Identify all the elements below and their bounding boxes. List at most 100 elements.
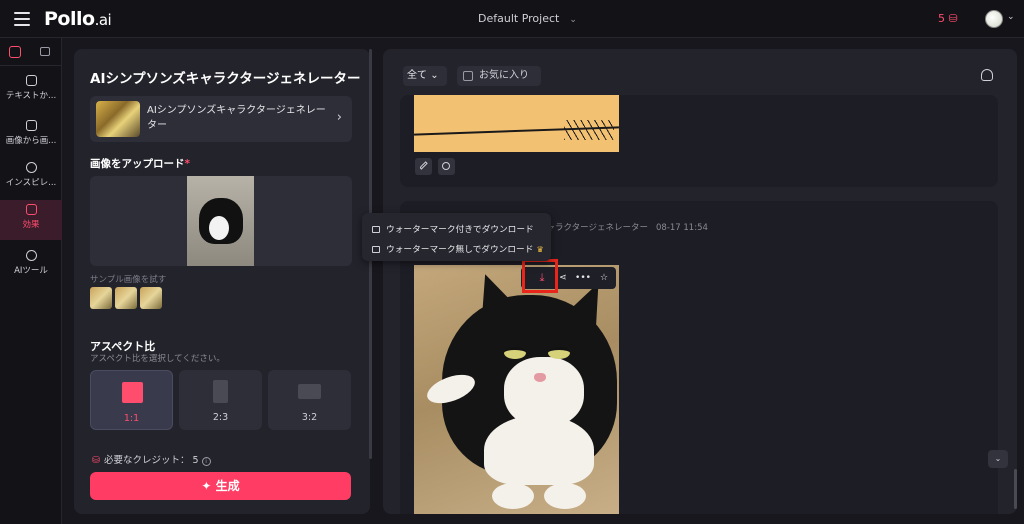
aspect-option-1-1[interactable]: 1:1 [90,370,173,430]
menu-item-label: ウォーターマーク無しでダウンロード [386,245,534,255]
result-image[interactable] [414,265,619,514]
sidebar-item-label: テキストか... [5,91,57,101]
credit-value: 5 [192,455,199,466]
aspect-ratio-subtitle: アスペクト比を選択してください。 [90,354,225,364]
credit-label: 必要なクレジット： [103,455,190,466]
info-icon[interactable]: i [201,457,211,466]
upload-label: 画像をアップロード* [90,156,190,171]
image-edit-icon [25,120,37,131]
sample-image-3[interactable] [140,287,162,309]
refresh-icon [442,162,450,170]
sidebar-mode-tabs [0,38,61,66]
sidebar-item-label: AIツール [14,266,48,276]
sidebar: テキストか... 画像から画... インスピレ... 効果 AIツール [0,38,62,524]
generate-label: 生成 [215,479,240,493]
result-card [400,95,998,187]
cat-right-paw-shape [544,483,586,509]
avatar-chevron-down-icon[interactable]: ⌄ [1007,12,1015,22]
toolbox-icon [25,250,37,261]
upload-label-text: 画像をアップロード [90,158,185,170]
landscape-shape-icon [298,384,321,399]
logo-text: Pollo [44,8,95,30]
sidebar-item-label: 画像から画... [5,136,57,146]
aspect-option-label: 3:2 [301,412,318,423]
coin-icon: ⛁ [948,12,958,25]
image-icon [372,246,380,253]
result-timestamp: 08-17 11:54 [656,223,708,233]
aspect-option-3-2[interactable]: 3:2 [268,370,351,430]
cat-muzzle-shape [504,357,584,427]
image-upload-area[interactable] [90,176,352,266]
project-selector[interactable]: Default Project ⌄ [478,12,577,25]
chevron-down-icon: ⌄ [569,15,577,25]
cat-left-paw-shape [492,483,534,509]
sidebar-item-image-to-image[interactable]: 画像から画... [0,116,62,156]
sample-images-label: サンプル画像を試す [90,275,167,285]
effect-thumbnail [96,101,140,137]
compass-icon [25,162,37,173]
sidebar-item-effects[interactable]: 効果 [0,200,62,240]
more-options-icon[interactable]: ••• [575,270,591,286]
sample-image-2[interactable] [115,287,137,309]
hamburger-menu-icon[interactable] [14,12,30,26]
portrait-shape-icon [213,380,228,403]
result-meta: キャラクタージェネレーター 08-17 11:54 [538,221,708,233]
sidebar-item-text-to-image[interactable]: テキストか... [0,71,62,111]
panel-title: AIシンプソンズキャラクタージェネレーター [90,71,361,87]
sidebar-item-ai-tools[interactable]: AIツール [0,246,62,286]
required-mark: * [184,158,191,170]
sidebar-item-inspiration[interactable]: インスピレ... [0,158,62,198]
sidebar-item-label: インスピレ... [5,178,57,188]
pencil-icon [419,161,428,170]
aspect-option-label: 1:1 [123,413,140,424]
regenerate-button[interactable] [438,158,455,175]
scroll-down-button[interactable]: ⌄ [988,450,1008,468]
aspect-option-2-3[interactable]: 2:3 [179,370,262,430]
generator-panel: AIシンプソンズキャラクタージェネレーター AIシンプソンズキャラクタージェネレ… [74,49,370,514]
favorites-label: お気に入り [479,70,529,81]
download-with-watermark[interactable]: ウォーターマーク付きでダウンロード [372,222,534,235]
effects-icon [25,204,37,215]
user-share-icon[interactable] [981,69,993,81]
image-mode-icon[interactable] [9,46,21,58]
required-credits: ⛁ 必要なクレジット： 5i [92,452,211,466]
edit-button[interactable] [415,158,432,175]
crown-icon: ♛ [536,245,544,254]
avatar[interactable] [985,10,1003,28]
effect-selector[interactable]: AIシンプソンズキャラクタージェネレーター › [90,96,352,142]
result-image[interactable] [414,95,619,152]
credit-balance[interactable]: 5 ⛁ [938,12,958,25]
logo[interactable]: Pollo.ai [44,8,112,30]
sample-image-1[interactable] [90,287,112,309]
menu-item-label: ウォーターマーク付きでダウンロード [386,225,534,235]
coin-icon: ⛁ [92,455,100,466]
results-panel: 全て ⌄ お気に入り キャラクタージェネレーター 08-17 11:54 [383,49,1017,514]
cat-right-eye-shape [548,347,570,359]
credit-count: 5 [938,12,945,25]
video-mode-icon[interactable] [40,47,50,56]
favorites-filter[interactable]: お気に入り [457,66,541,86]
favorites-checkbox[interactable] [463,71,473,81]
chevron-down-icon: ⌄ [430,70,439,81]
download-menu: ウォーターマーク付きでダウンロード ウォーターマーク無しでダウンロード ♛ [362,213,551,261]
top-bar: Pollo.ai Default Project ⌄ 5 ⛁ ⌄ [0,0,1024,38]
sparkle-icon: ✦ [201,479,212,493]
image-plus-icon [25,75,37,86]
filter-label: 全て [407,70,427,81]
image-icon [372,226,380,233]
cat-left-eye-shape [504,347,526,359]
effect-name: AIシンプソンズキャラクタージェネレーター [147,105,326,131]
chevron-right-icon: › [336,110,342,125]
cat-face-shape [209,216,229,240]
download-without-watermark[interactable]: ウォーターマーク無しでダウンロード ♛ [372,242,544,255]
uploaded-image-preview [187,176,254,266]
sidebar-item-label: 効果 [22,220,40,230]
cat-nose-shape [534,373,546,382]
logo-suffix: .ai [94,11,112,29]
generate-button[interactable]: ✦ 生成 [90,472,351,500]
star-icon[interactable]: ☆ [596,270,612,286]
download-highlight-box [522,259,558,293]
results-scrollbar[interactable] [1014,469,1017,509]
filter-dropdown[interactable]: 全て ⌄ [403,66,447,86]
drawing-hatch-shape [564,120,614,140]
